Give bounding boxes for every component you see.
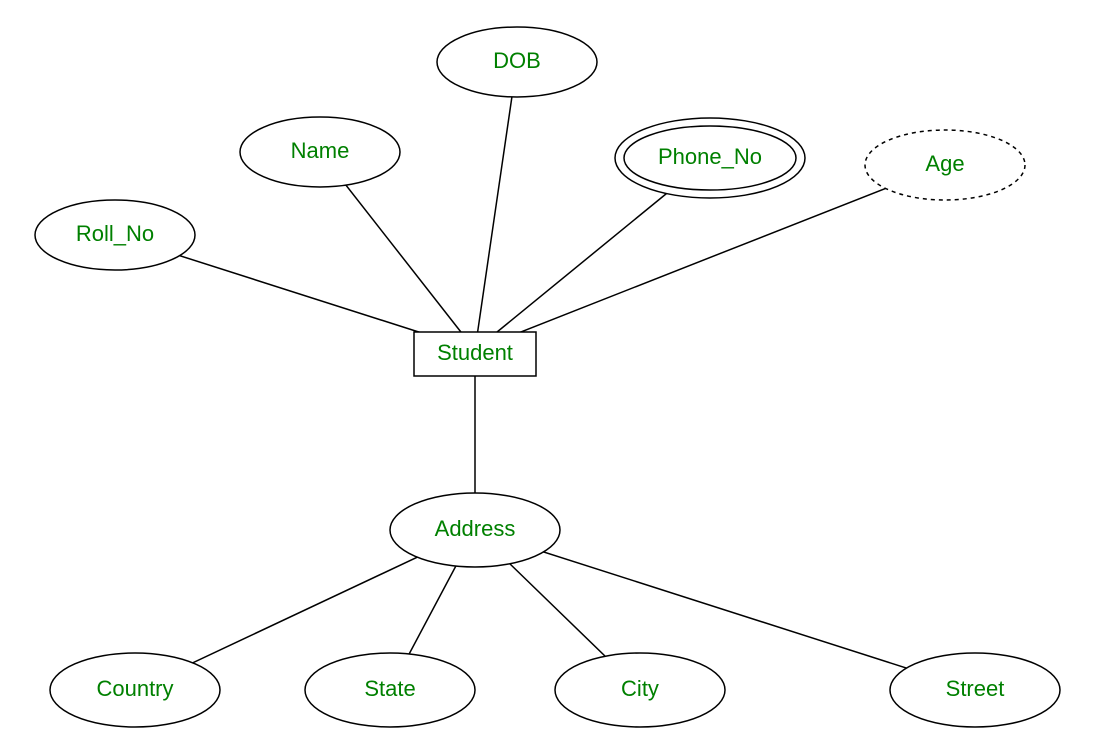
attr-rollno-label: Roll_No	[76, 221, 154, 246]
attr-city: City	[555, 653, 725, 727]
attr-name-label: Name	[291, 138, 350, 163]
attr-street: Street	[890, 653, 1060, 727]
attr-name: Name	[240, 117, 400, 187]
attr-state: State	[305, 653, 475, 727]
attr-country-label: Country	[96, 676, 173, 701]
edge-student-dob	[475, 62, 517, 350]
attr-address: Address	[390, 493, 560, 567]
attr-address-label: Address	[435, 516, 516, 541]
entity-student-label: Student	[437, 340, 513, 365]
attr-city-label: City	[621, 676, 659, 701]
edge-address-street	[475, 530, 975, 690]
attr-rollno: Roll_No	[35, 200, 195, 270]
attr-age-label: Age	[925, 151, 964, 176]
attr-country: Country	[50, 653, 220, 727]
attr-phone-no-label: Phone_No	[658, 144, 762, 169]
attr-street-label: Street	[946, 676, 1005, 701]
attr-age: Age	[865, 130, 1025, 200]
er-diagram: Student Roll_No Name DOB Phone_No Age Ad…	[0, 0, 1112, 753]
attr-dob: DOB	[437, 27, 597, 97]
attr-phone-no: Phone_No	[615, 118, 805, 198]
entity-student: Student	[414, 332, 536, 376]
attr-state-label: State	[364, 676, 415, 701]
attr-dob-label: DOB	[493, 48, 541, 73]
